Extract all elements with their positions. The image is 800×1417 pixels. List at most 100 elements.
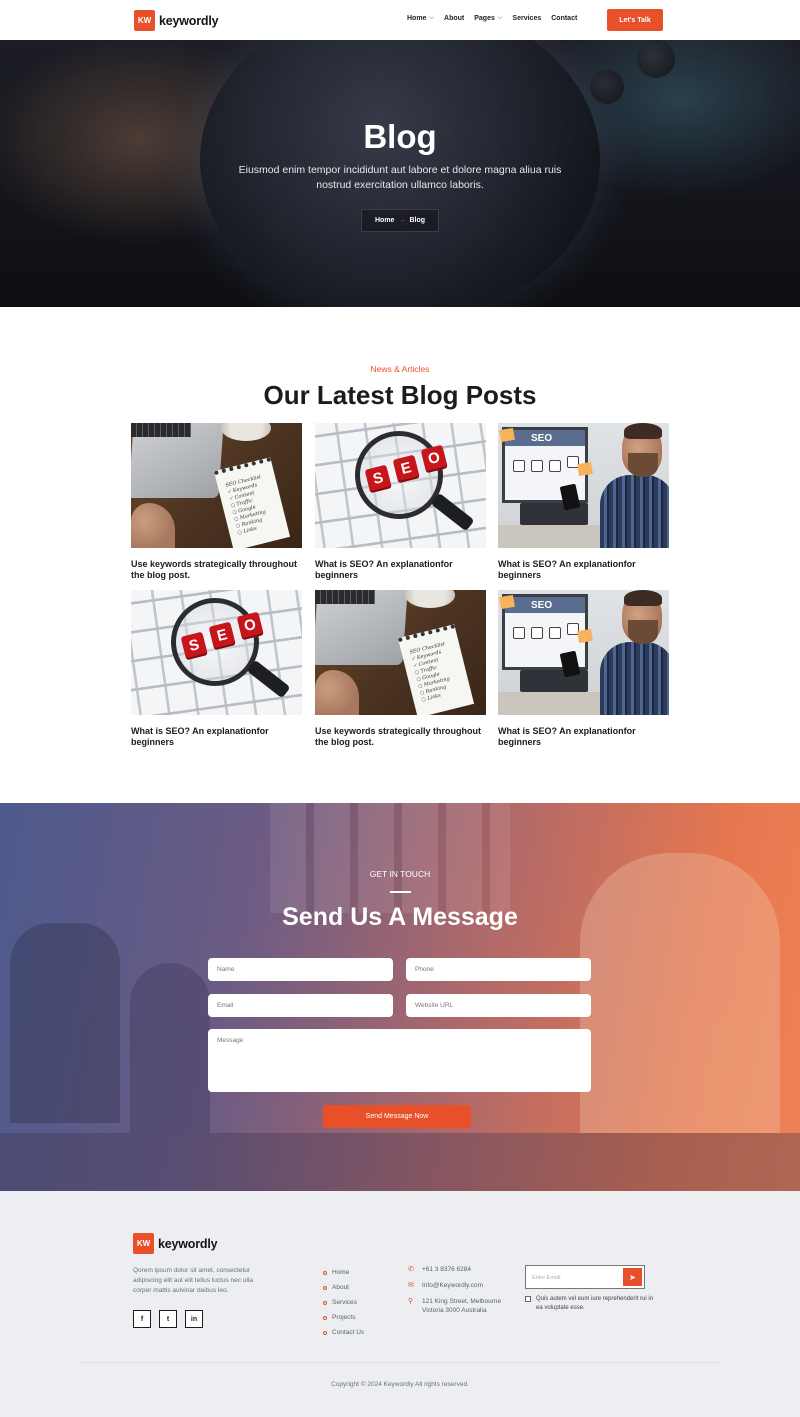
blog-card[interactable]: SEO Checklist ✓ Keywords ✓ Content ○ Traffi… [131,423,302,581]
blog-card[interactable]: SEO What is SEO? An explanationfor beginn… [498,590,669,748]
footer-link-label: Projects [332,1314,356,1321]
chevron-down-icon: ⌵ [429,15,435,21]
footer-link-contact[interactable]: Contact Us [323,1325,364,1340]
bullet-icon [323,1300,327,1305]
map-pin-icon: ⚲ [408,1298,414,1305]
logo-mark: KW [134,10,155,31]
contact-phone[interactable]: ✆ +61 3 8376 6284 [408,1265,512,1274]
section-eyebrow: GET IN TOUCH [369,869,431,879]
blog-card-title[interactable]: What is SEO? An explanationfor beginners [131,726,302,748]
contact-email[interactable]: ✉ Info@Keywordly.com [408,1281,512,1290]
blog-card[interactable]: SEO What is SEO? An explanationfor beginn… [315,423,486,581]
consent-checkbox[interactable] [525,1296,531,1302]
main-menu: Home ⌵ About Pages ⌵ Services Contact [407,15,577,22]
logo-wordmark: keywordly [159,13,219,28]
bullet-icon [323,1315,327,1320]
phone-icon: ✆ [408,1266,414,1273]
blog-card[interactable]: SEO What is SEO? An explanationfor beginn… [131,590,302,748]
nav-item-services[interactable]: Services [512,15,541,22]
consent-text: Quis autem vel eum iure reprehenderit ru… [536,1296,654,1311]
bullet-icon [323,1270,327,1275]
blog-card-image[interactable]: SEO Checklist ✓ Keywords ✓ Content ○ Traffi… [315,590,486,715]
contact-phone-text: +61 3 8376 6284 [422,1266,471,1273]
blog-card-title[interactable]: What is SEO? An explanationfor beginners [498,726,669,748]
twitter-icon[interactable]: t [159,1310,177,1328]
hero-banner: Blog Eiusmod enim tempor incididunt aut … [0,40,800,307]
footer-link-label: About [332,1284,349,1291]
contact-address-text: 121 King Street, Melbourne Victoria 3000… [422,1298,502,1314]
contact-address: ⚲ 121 King Street, Melbourne Victoria 300… [408,1297,512,1315]
chevron-down-icon: ⌵ [497,15,503,21]
blog-card-image[interactable]: SEO [498,590,669,715]
lets-talk-button[interactable]: Let's Talk [607,9,663,31]
nav-label: Contact [551,15,578,22]
footer-divider [80,1362,720,1363]
social-links: f t in [133,1310,203,1328]
breadcrumb-current: Blog [409,217,425,224]
newsletter-email-input[interactable] [532,1271,622,1284]
contact-section: GET IN TOUCH Send Us A Message Send Mess… [0,803,800,1191]
contact-email-text: Info@Keywordly.com [422,1282,484,1289]
facebook-icon[interactable]: f [133,1310,151,1328]
breadcrumb: Home → Blog [361,209,439,232]
blog-card-image[interactable]: SEO [131,590,302,715]
send-message-button[interactable]: Send Message Now [323,1105,471,1128]
footer-about-text: Qorem ipsum dolor sit amet, consectetur … [133,1267,253,1294]
blog-card-title[interactable]: What is SEO? An explanationfor beginners [315,559,486,581]
newsletter-consent: Quis autem vel eum iure reprehenderit ru… [525,1295,655,1313]
section-title: Our Latest Blog Posts [263,380,537,410]
nav-item-pages[interactable]: Pages ⌵ [474,15,502,22]
blog-card-image[interactable]: SEO Checklist ✓ Keywords ✓ Content ○ Traffi… [131,423,302,548]
nav-item-contact[interactable]: Contact [551,15,577,22]
brand-logo[interactable]: KW keywordly [133,1233,218,1254]
nav-label: Home [407,15,427,22]
phone-field[interactable] [406,958,591,981]
send-icon[interactable]: ➤ [623,1268,642,1286]
footer-link-label: Home [332,1269,350,1276]
logo-mark: KW [133,1233,154,1254]
bullet-icon [323,1285,327,1290]
footer-link-projects[interactable]: Projects [323,1310,364,1325]
name-field[interactable] [208,958,393,981]
blog-card-title[interactable]: What is SEO? An explanationfor beginners [498,559,669,581]
section-title: Send Us A Message [282,903,518,931]
brand-logo[interactable]: KW keywordly [134,10,219,31]
email-field[interactable] [208,994,393,1017]
section-eyebrow: News & Articles [370,364,430,374]
footer-link-services[interactable]: Services [323,1295,364,1310]
hero-background-moon [637,40,675,78]
bullet-icon [323,1330,327,1335]
nav-label: Pages [474,15,495,22]
nav-item-about[interactable]: About [444,15,464,22]
hero-background-moon [590,70,624,104]
blog-card-image[interactable]: SEO [315,423,486,548]
breadcrumb-home-link[interactable]: Home [375,217,394,224]
divider [390,891,411,893]
message-field[interactable] [208,1029,591,1092]
hero-subtitle: Eiusmod enim tempor incididunt aut labor… [238,164,562,191]
footer-contact-info: ✆ +61 3 8376 6284 ✉ Info@Keywordly.com ⚲ 12… [408,1265,512,1322]
page-title: Blog [363,118,437,155]
blog-card-title[interactable]: Use keywords strategically throughout th… [131,559,302,581]
nav-label: Services [512,15,542,22]
blog-card-image[interactable]: SEO [498,423,669,548]
nav-item-home[interactable]: Home ⌵ [407,15,434,22]
website-field[interactable] [406,994,591,1017]
newsletter-form: ➤ [525,1265,645,1289]
footer-link-about[interactable]: About [323,1280,364,1295]
linkedin-icon[interactable]: in [185,1310,203,1328]
logo-wordmark: keywordly [158,1236,218,1251]
footer-link-label: Contact Us [332,1329,365,1336]
mail-icon: ✉ [408,1282,414,1289]
blog-card[interactable]: SEO Checklist ✓ Keywords ✓ Content ○ Traffi… [315,590,486,748]
footer-link-home[interactable]: Home [323,1265,364,1280]
nav-label: About [444,15,465,22]
arrow-right-icon: → [398,217,406,224]
blog-card-title[interactable]: Use keywords strategically throughout th… [315,726,486,748]
footer-links: Home About Services Projects Contact Us [323,1265,364,1340]
blog-card[interactable]: SEO What is SEO? An explanationfor beginn… [498,423,669,581]
footer-link-label: Services [332,1299,357,1306]
top-nav: KW keywordly Home ⌵ About Pages ⌵ Services… [0,0,800,40]
copyright-text: Copyright © 2024 Keywordly All rights re… [331,1381,469,1388]
footer: KW keywordly Qorem ipsum dolor sit amet,… [0,1191,800,1417]
